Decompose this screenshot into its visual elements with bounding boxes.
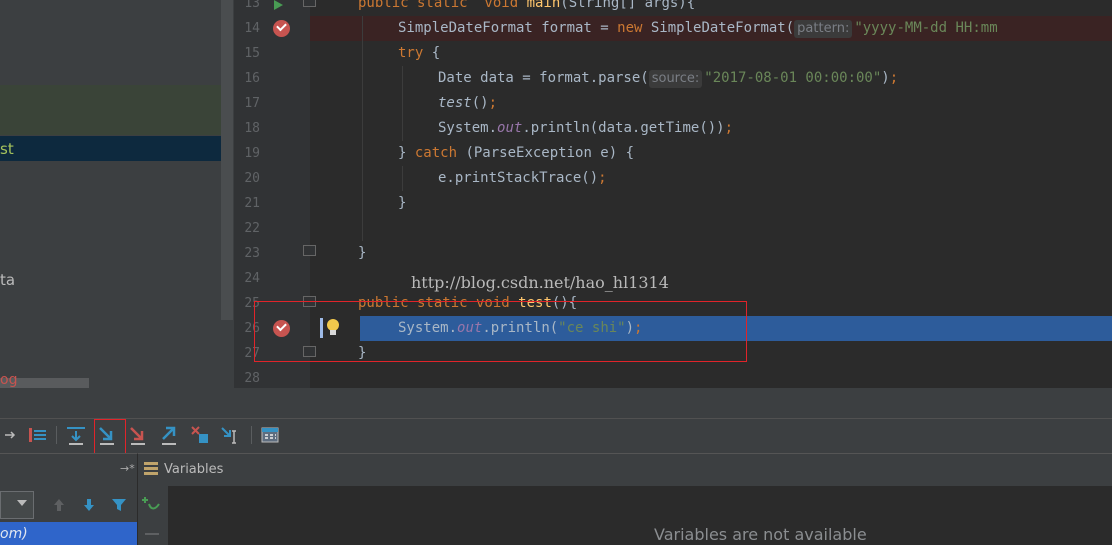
project-tree-panel: [0, 0, 234, 388]
variables-empty-message: Variables are not available: [654, 525, 867, 544]
param-hint: source:: [648, 70, 703, 88]
line-number: 21: [244, 196, 260, 211]
run-icon[interactable]: [274, 0, 283, 10]
line-number: 15: [244, 46, 260, 61]
code-line-18: System.out.println(data.getTime());: [438, 120, 734, 136]
line-number: 17: [244, 96, 260, 111]
line-number: 23: [244, 246, 260, 261]
pin-icon[interactable]: →*: [120, 462, 135, 475]
step-out-icon[interactable]: [157, 423, 181, 447]
tree-item-label[interactable]: ta: [0, 271, 15, 289]
param-hint: pattern:: [794, 20, 853, 38]
line-number: 13: [244, 0, 260, 11]
arrow-down-icon[interactable]: [80, 496, 98, 514]
indent-guide: [402, 166, 403, 191]
remove-watch-icon[interactable]: [145, 533, 159, 535]
frames-panel-header: [0, 453, 137, 486]
line-number: 16: [244, 71, 260, 86]
code-line-19: } catch (ParseException e) {: [398, 145, 635, 161]
force-step-into-icon[interactable]: [126, 423, 150, 447]
variables-title: Variables: [164, 462, 224, 477]
evaluate-expression-icon[interactable]: [258, 423, 282, 447]
indent-guide: [362, 16, 363, 241]
breakpoint-icon[interactable]: [273, 20, 290, 37]
code-line-20: e.printStackTrace();: [438, 170, 607, 186]
frame-label: om): [0, 526, 28, 542]
code-line-14: SimpleDateFormat format = new SimpleDate…: [398, 20, 998, 38]
panel-splitter[interactable]: [0, 388, 1112, 419]
code-line-17: test();: [438, 95, 498, 111]
line-number: 19: [244, 146, 260, 161]
indent-guide: [402, 66, 403, 141]
fold-icon[interactable]: [303, 245, 316, 256]
tree-item-error-label: og: [0, 372, 18, 388]
line-number: 22: [244, 221, 260, 236]
arrow-up-icon[interactable]: [50, 496, 68, 514]
step-over-icon[interactable]: [64, 423, 88, 447]
chevron-down-icon[interactable]: [17, 500, 27, 506]
restore-layout-icon[interactable]: [2, 423, 26, 447]
filter-icon[interactable]: [110, 496, 128, 514]
tree-row-selected[interactable]: [0, 136, 221, 161]
code-line-15: try {: [398, 45, 441, 61]
fold-icon[interactable]: [303, 0, 316, 7]
annotation-box: [254, 301, 747, 362]
string-literal: "2017-08-01 00:00:00": [704, 70, 882, 86]
show-execution-point-icon[interactable]: [26, 423, 50, 447]
drop-frame-icon[interactable]: [188, 423, 212, 447]
code-line-21: }: [398, 195, 407, 211]
code-line-16: Date data = format.parse(source: "2017-08…: [438, 70, 899, 88]
line-number: 24: [244, 271, 260, 286]
line-number: 20: [244, 171, 260, 186]
variables-icon: [144, 462, 158, 475]
variables-panel-header: [137, 453, 1112, 486]
toolbar-separator: [251, 426, 252, 444]
new-watch-icon[interactable]: [142, 494, 162, 514]
code-line-13: public static void main(String[] args){: [358, 0, 696, 11]
toolbar-separator: [56, 426, 57, 444]
string-literal: "yyyy-MM-dd HH:mm: [854, 20, 998, 36]
code-line-23: }: [358, 245, 367, 261]
line-number: 14: [244, 21, 260, 36]
watermark-text: http://blog.csdn.net/hao_hl1314: [411, 273, 669, 292]
tree-row-highlight[interactable]: [0, 85, 221, 135]
tree-item-selected-label: st: [0, 140, 14, 158]
tree-vertical-scrollbar[interactable]: [221, 0, 233, 320]
line-number: 18: [244, 121, 260, 136]
run-to-cursor-icon[interactable]: [219, 423, 243, 447]
